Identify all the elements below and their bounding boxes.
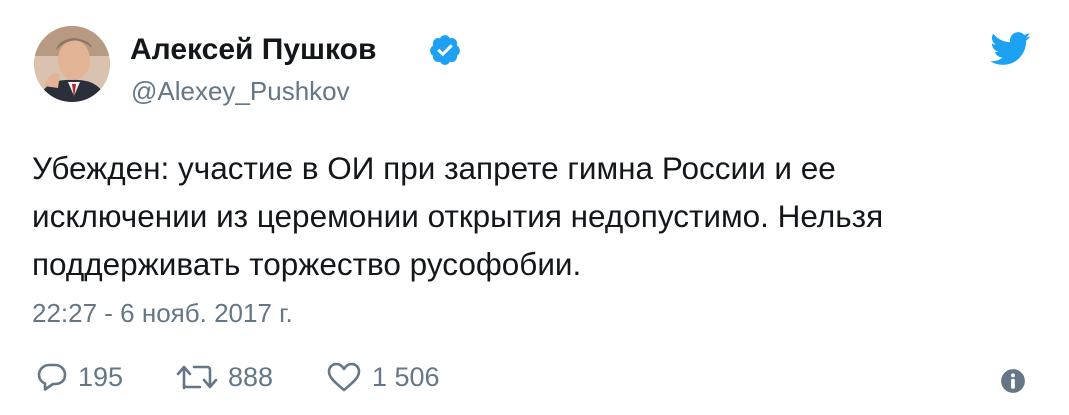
retweet-count: 888 [228,362,274,392]
tweet-text-line: исключении из церемонии открытия недопус… [32,198,884,234]
avatar-photo [34,26,110,102]
author-handle[interactable]: @Alexey_Pushkov [131,75,350,107]
tweet-text: Убежден: участие в ОИ при запрете гимна … [32,144,1032,288]
like-button[interactable]: 1 506 [326,360,440,394]
twitter-bird-icon[interactable] [990,32,1032,66]
reply-count: 195 [78,362,124,392]
retweet-button[interactable]: 888 [176,360,273,394]
author-name[interactable]: Алексей Пушков [130,32,376,68]
tweet-text-line: поддерживать торжество русофобии. [32,246,582,282]
retweet-icon [176,365,218,390]
heart-icon [327,362,361,392]
like-count: 1 506 [372,362,440,392]
verified-badge-icon [430,35,460,65]
tweet-timestamp[interactable]: 22:27 - 6 нояб. 2017 г. [32,296,293,330]
reply-button[interactable]: 195 [36,360,123,394]
avatar[interactable] [34,26,110,102]
tweet-card: Алексей Пушков @Alexey_Pushkov Убежден: … [0,0,1069,415]
info-icon[interactable] [1000,368,1026,394]
tweet-text-line: Убежден: участие в ОИ при запрете гимна … [32,150,836,186]
reply-icon [37,363,67,391]
